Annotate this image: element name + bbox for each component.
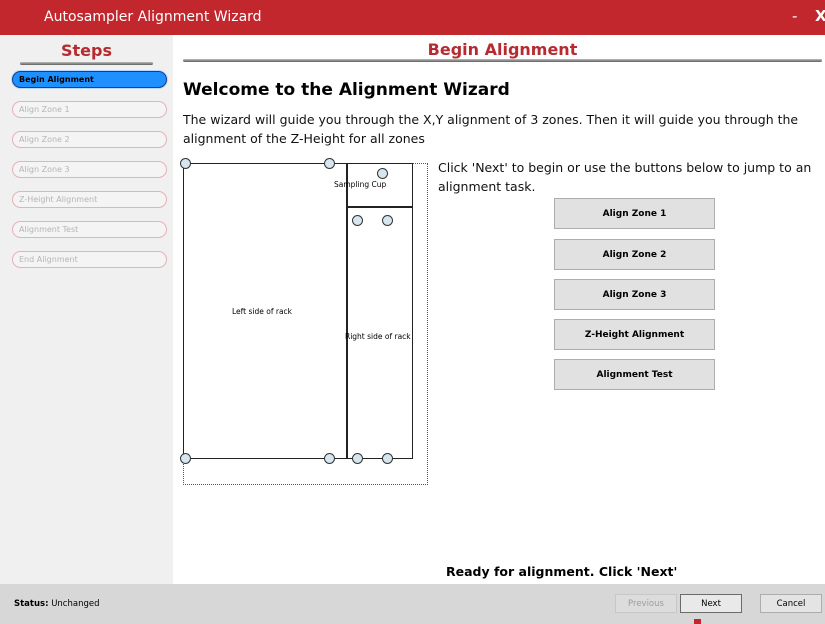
step-align-zone-2[interactable]: Align Zone 2 <box>12 131 167 148</box>
minimize-button[interactable]: - <box>792 7 797 25</box>
cursor-pointer-icon <box>694 619 701 624</box>
alignment-point <box>324 453 335 464</box>
next-button[interactable]: Next <box>680 594 742 613</box>
z-height-alignment-button[interactable]: Z-Height Alignment <box>554 319 715 350</box>
steps-divider <box>20 62 153 65</box>
previous-button[interactable]: Previous <box>615 594 677 613</box>
align-zone-3-button[interactable]: Align Zone 3 <box>554 279 715 310</box>
alignment-point <box>352 215 363 226</box>
rack-left-side: Left side of rack <box>183 163 347 459</box>
alignment-point <box>180 158 191 169</box>
instruction-text: Click 'Next' to begin or use the buttons… <box>438 160 812 194</box>
step-align-zone-1[interactable]: Align Zone 1 <box>12 101 167 118</box>
step-z-height-alignment[interactable]: Z-Height Alignment <box>12 191 167 208</box>
alignment-point <box>382 453 393 464</box>
status-label: Status: <box>14 599 49 609</box>
alignment-point <box>382 215 393 226</box>
alignment-point <box>324 158 335 169</box>
sampling-cup-label: Sampling Cup <box>334 180 387 189</box>
window-title: Autosampler Alignment Wizard <box>44 9 262 25</box>
align-zone-1-button[interactable]: Align Zone 1 <box>554 198 715 229</box>
status-text: Status: Unchanged <box>14 599 100 609</box>
rack-right-label: Right side of rack <box>345 332 411 341</box>
ready-message: Ready for alignment. Click 'Next' <box>446 564 678 579</box>
align-zone-2-button[interactable]: Align Zone 2 <box>554 239 715 270</box>
step-begin-alignment[interactable]: Begin Alignment <box>12 71 167 88</box>
welcome-heading: Welcome to the Alignment Wizard <box>183 80 510 100</box>
page-title: Begin Alignment <box>427 40 578 59</box>
rack-left-label: Left side of rack <box>232 307 293 316</box>
title-bar: Autosampler Alignment Wizard - X <box>0 0 825 35</box>
wizard-description: The wizard will guide you through the X,… <box>183 112 799 146</box>
close-button[interactable]: X <box>815 7 825 25</box>
steps-sidebar: Steps Begin Alignment Align Zone 1 Align… <box>0 35 173 584</box>
status-bar: Status: Unchanged Previous Next Cancel <box>0 584 825 624</box>
steps-header: Steps <box>61 41 112 60</box>
alignment-point <box>352 453 363 464</box>
alignment-point <box>377 168 388 179</box>
rack-right-side: Right side of rack <box>345 207 413 459</box>
step-align-zone-3[interactable]: Align Zone 3 <box>12 161 167 178</box>
alignment-test-button[interactable]: Alignment Test <box>554 359 715 390</box>
cancel-button[interactable]: Cancel <box>760 594 822 613</box>
status-value: Unchanged <box>51 599 100 609</box>
step-alignment-test[interactable]: Alignment Test <box>12 221 167 238</box>
step-end-alignment[interactable]: End Alignment <box>12 251 167 268</box>
title-divider <box>183 59 822 62</box>
alignment-point <box>180 453 191 464</box>
